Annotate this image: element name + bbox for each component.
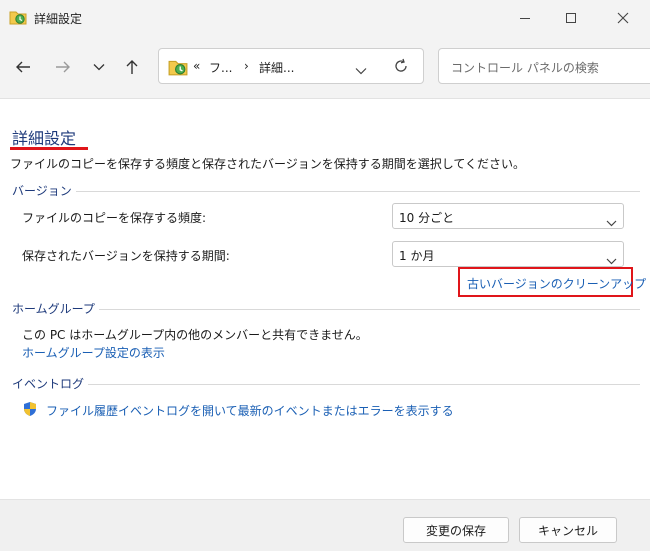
uac-shield-icon [22, 401, 38, 417]
main-content: 詳細設定 ファイルのコピーを保存する頻度と保存されたバージョンを保持する期間を選… [0, 99, 650, 499]
chevron-down-icon [93, 64, 105, 71]
versions-group-label: バージョン [12, 182, 76, 199]
arrow-right-icon [56, 61, 70, 73]
homegroup-group-label: ホームグループ [12, 300, 99, 317]
view-homegroup-settings-link[interactable]: ホームグループ設定の表示 [22, 344, 165, 361]
cleanup-old-versions-link[interactable]: 古いバージョンのクリーンアップ [467, 275, 646, 292]
back-button[interactable] [8, 52, 38, 82]
close-button[interactable] [600, 0, 646, 36]
versions-group-divider [14, 191, 640, 192]
dialog-footer: 変更の保存 キャンセル [0, 499, 650, 551]
address-bar[interactable]: « フ... › 詳細... [158, 48, 424, 84]
frequency-label: ファイルのコピーを保存する頻度: [22, 211, 207, 225]
search-input[interactable]: コントロール パネルの検索 [438, 48, 650, 84]
close-icon [617, 12, 629, 24]
search-placeholder: コントロール パネルの検索 [451, 61, 599, 75]
chevron-down-icon [606, 212, 617, 231]
arrow-up-icon [126, 60, 138, 74]
chevron-down-icon [355, 68, 367, 75]
eventlog-group-label: イベントログ [12, 375, 89, 392]
file-history-advanced-settings-window: 詳細設定 « フ... › 詳細... コントロール パネルの検索 詳細設定 フ… [0, 0, 650, 551]
save-changes-button[interactable]: 変更の保存 [403, 517, 509, 543]
page-description: ファイルのコピーを保存する頻度と保存されたバージョンを保持する期間を選択してくだ… [10, 157, 526, 171]
breadcrumb-item-advanced-settings[interactable]: 詳細... [259, 59, 294, 76]
page-title: 詳細設定 [12, 129, 77, 148]
eventlog-group-divider [14, 384, 640, 385]
retention-select[interactable]: 1 か月 [392, 241, 624, 267]
cancel-button[interactable]: キャンセル [519, 517, 617, 543]
minimize-button[interactable] [502, 0, 548, 36]
retention-selected-value: 1 か月 [399, 249, 435, 263]
title-bar: 詳細設定 [0, 0, 650, 36]
maximize-icon [566, 13, 576, 23]
forward-button[interactable] [48, 52, 78, 82]
homegroup-group-divider [14, 309, 640, 310]
breadcrumb-item-control-panel[interactable]: フ... [209, 59, 232, 76]
window-title: 詳細設定 [34, 12, 83, 26]
up-button[interactable] [117, 52, 147, 82]
file-history-icon [168, 58, 188, 76]
minimize-icon [520, 18, 530, 19]
frequency-select[interactable]: 10 分ごと [392, 203, 624, 229]
file-history-icon [9, 9, 27, 25]
breadcrumb-separator: › [244, 59, 249, 73]
recent-locations-button[interactable] [84, 52, 114, 82]
maximize-button[interactable] [548, 0, 594, 36]
arrow-left-icon [16, 61, 30, 73]
frequency-selected-value: 10 分ごと [399, 211, 455, 225]
homegroup-message: この PC はホームグループ内の他のメンバーと共有できません。 [22, 328, 368, 342]
title-highlight-underline [10, 147, 88, 150]
open-event-log-link[interactable]: ファイル履歴イベントログを開いて最新のイベントまたはエラーを表示する [46, 402, 454, 419]
refresh-icon [395, 58, 407, 72]
address-history-dropdown[interactable] [355, 60, 367, 79]
navigation-bar: « フ... › 詳細... コントロール パネルの検索 [0, 36, 650, 99]
breadcrumb-overflow[interactable]: « [193, 59, 200, 73]
refresh-button[interactable] [393, 58, 409, 78]
retention-label: 保存されたバージョンを保持する期間: [22, 249, 230, 263]
